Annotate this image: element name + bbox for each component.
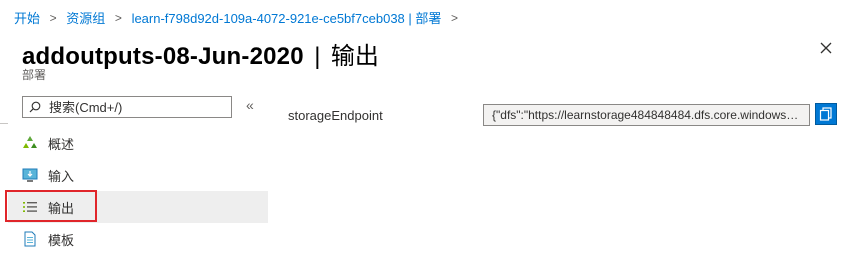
- breadcrumb-home[interactable]: 开始: [14, 11, 40, 26]
- nav-item-label: 输入: [48, 168, 75, 184]
- page-subtitle: 部署: [22, 68, 47, 82]
- search-input[interactable]: [47, 98, 221, 116]
- inputs-icon: [22, 167, 38, 183]
- nav-item-template[interactable]: 模板: [8, 223, 268, 255]
- selection-highlight: [5, 190, 97, 222]
- search-icon: [29, 101, 41, 113]
- output-value-field[interactable]: {"dfs":"https://learnstorage484848484.df…: [483, 104, 810, 126]
- divider: [0, 123, 8, 124]
- search-box[interactable]: [22, 96, 232, 118]
- copy-button[interactable]: [815, 103, 837, 125]
- chevron-right-icon: >: [49, 10, 57, 25]
- nav-item-label: 概述: [48, 136, 75, 152]
- resource-menu: 概述 输入 输出 模板: [5, 127, 268, 255]
- output-name: storageEndpoint: [288, 108, 383, 123]
- overview-icon: [22, 135, 38, 151]
- nav-item-label: 模板: [48, 232, 75, 248]
- page-title: addoutputs-08-Jun-2020: [22, 43, 304, 70]
- chevron-right-icon: >: [114, 10, 122, 25]
- page-section: 输出: [330, 43, 379, 70]
- copy-icon: [819, 107, 832, 121]
- title-separator: |: [314, 43, 321, 70]
- breadcrumb-deployments[interactable]: learn-f798d92d-109a-4072-921e-ce5bf7ceb0…: [132, 11, 442, 26]
- breadcrumb-resource-groups[interactable]: 资源组: [66, 11, 105, 26]
- nav-item-overview[interactable]: 概述: [8, 127, 268, 159]
- nav-item-outputs[interactable]: 输出: [5, 190, 268, 223]
- collapse-menu-button[interactable]: «: [246, 97, 254, 113]
- breadcrumb: 开始 > 资源组 > learn-f798d92d-109a-4072-921e…: [14, 8, 464, 27]
- close-icon: [820, 42, 832, 54]
- page-header: addoutputs-08-Jun-2020 | 输出: [22, 36, 379, 71]
- nav-item-inputs[interactable]: 输入: [8, 159, 268, 191]
- chevron-right-icon: >: [451, 10, 459, 25]
- template-icon: [22, 231, 38, 247]
- close-button[interactable]: [816, 38, 836, 58]
